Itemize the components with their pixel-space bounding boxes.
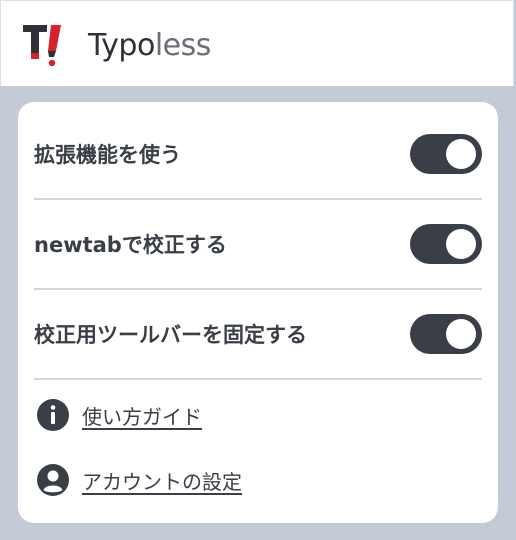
account-icon xyxy=(37,464,69,496)
usage-guide-link-row[interactable]: 使い方ガイド xyxy=(36,397,202,433)
info-icon xyxy=(37,399,69,431)
setting-row-newtab-proofread: newtabで校正する xyxy=(34,200,482,290)
header: Typoless xyxy=(0,0,514,86)
setting-row-enable-extension: 拡張機能を使う xyxy=(34,110,482,200)
brand-name-part1: Typo xyxy=(88,28,155,63)
account-settings-link[interactable]: アカウントの設定 xyxy=(82,466,242,495)
enable-extension-toggle[interactable] xyxy=(410,134,482,174)
typoless-logo-icon xyxy=(23,25,61,67)
pin-toolbar-toggle[interactable] xyxy=(410,314,482,354)
usage-guide-link[interactable]: 使い方ガイド xyxy=(82,401,202,430)
toggle-knob xyxy=(446,139,476,169)
setting-label-enable-extension: 拡張機能を使う xyxy=(34,143,181,167)
toggle-knob xyxy=(446,229,476,259)
setting-label-pin-toolbar: 校正用ツールバーを固定する xyxy=(34,323,307,347)
brand-name: Typoless xyxy=(88,26,211,66)
settings-card: 拡張機能を使う newtabで校正する 校正用ツールバーを固定する 使い方ガイド… xyxy=(18,102,498,523)
setting-label-newtab-proofread: newtabで校正する xyxy=(34,233,227,257)
newtab-proofread-toggle[interactable] xyxy=(410,224,482,264)
brand-name-part2: less xyxy=(154,28,212,63)
toggle-knob xyxy=(446,319,476,349)
account-settings-link-row[interactable]: アカウントの設定 xyxy=(36,462,242,498)
setting-row-pin-toolbar: 校正用ツールバーを固定する xyxy=(34,290,482,380)
